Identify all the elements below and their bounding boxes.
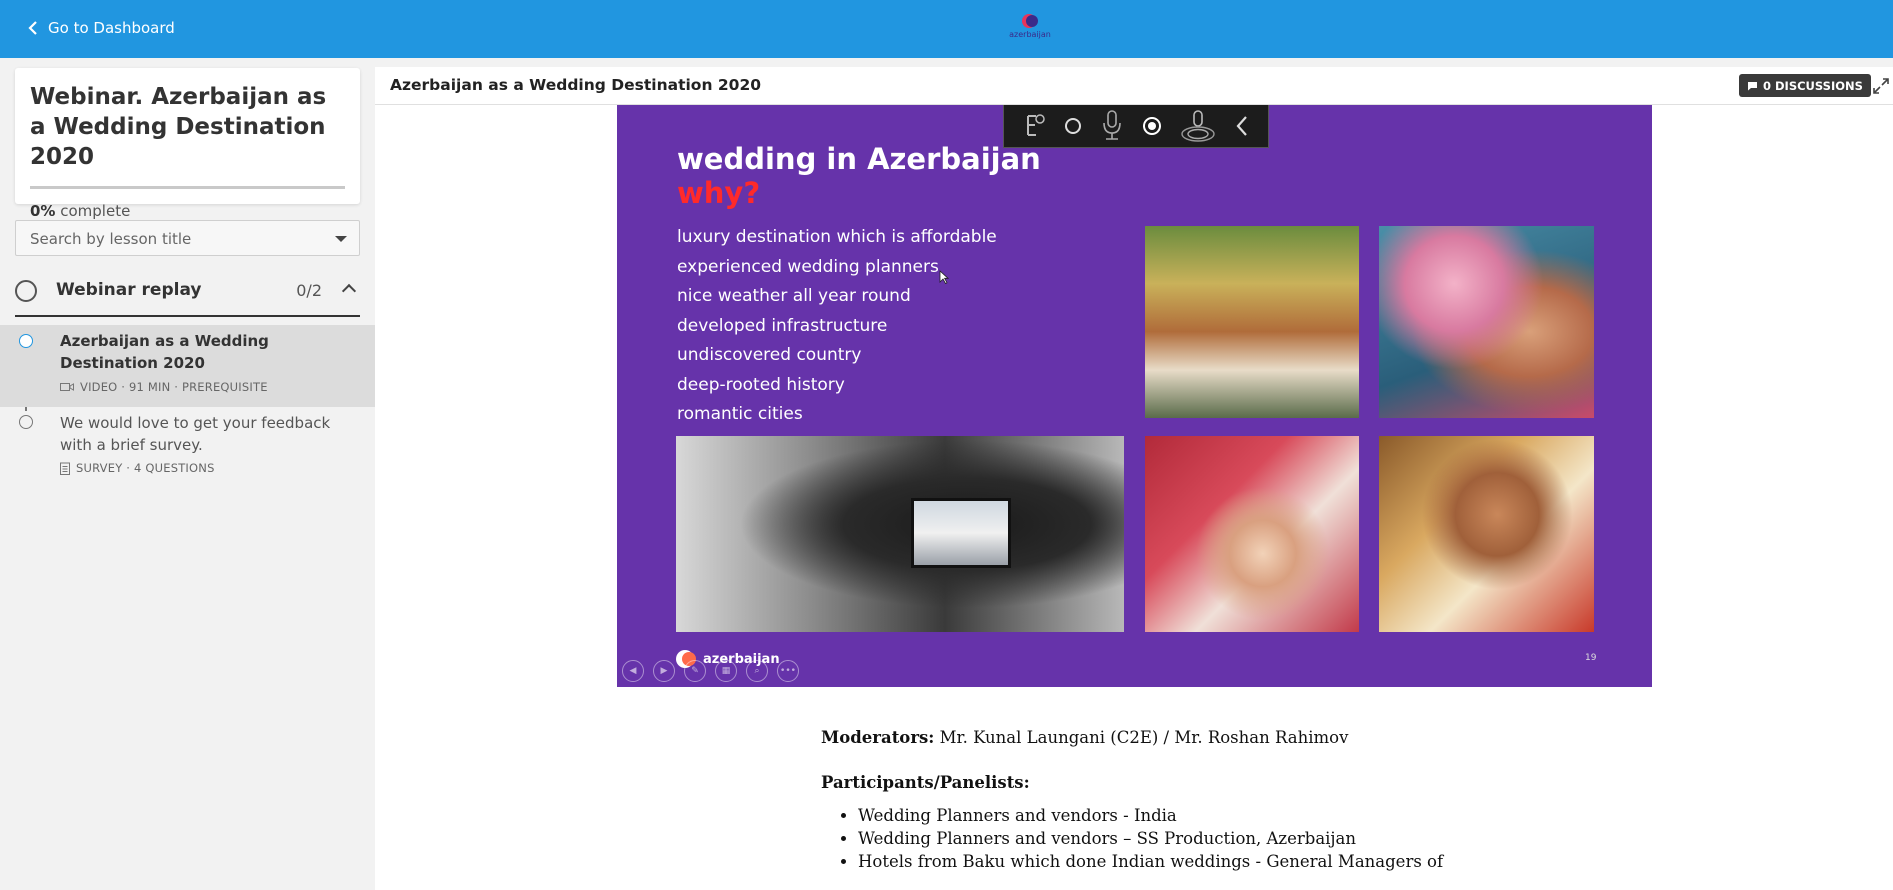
slide-bullet-list: luxury destination which is affordable e… (677, 223, 997, 430)
video-icon (60, 383, 74, 391)
pen-icon[interactable]: ✎ (684, 660, 706, 682)
chevron-left-icon (28, 21, 37, 35)
next-slide-icon[interactable]: ▶ (653, 660, 675, 682)
slide-bullet: developed infrastructure (677, 315, 888, 336)
section-header-webinar-replay[interactable]: Webinar replay 0/2 (15, 273, 360, 317)
expand-icon[interactable] (1872, 77, 1890, 95)
participants-heading: Participants/Panelists: (821, 772, 1446, 794)
participants-list: Wedding Planners and vendors - India Wed… (858, 804, 1446, 873)
record-off-icon[interactable] (1064, 117, 1082, 135)
lesson-meta: SURVEY · 4 QUESTIONS (60, 461, 215, 475)
go-to-dashboard-link[interactable]: Go to Dashboard (28, 19, 175, 37)
lesson-header: Azerbaijan as a Wedding Destination 2020… (375, 67, 1893, 105)
collapse-left-icon[interactable] (1235, 115, 1249, 137)
slide-bullet: luxury destination which is affordable (677, 227, 997, 247)
bridal-hands-photo (1145, 436, 1359, 632)
lesson-meta-text: VIDEO · 91 MIN · PREREQUISITE (80, 380, 268, 394)
zoom-icon[interactable]: ⌕ (746, 660, 768, 682)
slide-player-controls: ◀ ▶ ✎ ▦ ⌕ ••• (622, 660, 799, 682)
course-card: Webinar. Azerbaijan as a Wedding Destina… (15, 68, 360, 220)
discussions-button[interactable]: 0 DISCUSSIONS (1739, 74, 1871, 97)
previous-slide-icon[interactable]: ◀ (622, 660, 644, 682)
moderators-line: Moderators: Mr. Kunal Laungani (C2E) / M… (821, 727, 1446, 749)
moderators-value: Mr. Kunal Laungani (C2E) / Mr. Roshan Ra… (934, 728, 1349, 747)
mouse-cursor-icon (939, 270, 949, 284)
slide-bullet: deep-rooted history (677, 374, 845, 395)
logo-text: azerbaijan (1009, 30, 1051, 39)
lesson-meta-text: SURVEY · 4 QUESTIONS (76, 461, 215, 475)
participants-label: Participants/Panelists: (821, 773, 1030, 792)
lesson-header-title: Azerbaijan as a Wedding Destination 2020 (390, 76, 762, 94)
course-title: Webinar. Azerbaijan as a Wedding Destina… (30, 84, 327, 170)
recording-control-bar (1003, 105, 1269, 148)
participant-item: Hotels from Baku which done Indian weddi… (858, 850, 1446, 873)
caret-down-icon (335, 236, 347, 242)
slide-bullet: undiscovered country (677, 345, 862, 365)
section-title: Webinar replay (56, 280, 202, 300)
moderators-label: Moderators: (821, 728, 935, 747)
lesson-search-placeholder: Search by lesson title (30, 230, 192, 248)
video-camera-photo (676, 436, 1124, 632)
participant-item: Wedding Planners and vendors - India (858, 804, 1446, 827)
camera-screen (911, 498, 1011, 568)
sidebar: Webinar. Azerbaijan as a Wedding Destina… (0, 58, 375, 890)
progress-value: 0% (30, 202, 56, 220)
discussions-label: 0 DISCUSSIONS (1763, 78, 1863, 93)
slide-subtitle: why? (677, 176, 761, 210)
bell-icon[interactable] (1023, 113, 1047, 139)
slide-title: wedding in Azerbaijan (677, 142, 1041, 176)
chevron-up-icon (341, 283, 357, 299)
survey-icon (60, 462, 70, 475)
section-status-circle-icon (15, 280, 37, 302)
top-bar: Go to Dashboard azerbaijan (0, 0, 1893, 58)
bride-portrait-photo (1379, 436, 1594, 632)
microphone-icon[interactable] (1100, 109, 1124, 143)
wedding-mandap-photo (1145, 226, 1359, 418)
lesson-item-feedback-survey[interactable]: We would love to get your feedback with … (0, 407, 375, 487)
lesson-meta: VIDEO · 91 MIN · PREREQUISITE (60, 380, 268, 394)
lesson-title: We would love to get your feedback with … (60, 414, 331, 454)
lesson-status-dot-icon (19, 415, 33, 429)
chat-bubble-icon (1748, 81, 1757, 90)
slide-bullet: nice weather all year round (677, 286, 911, 306)
lesson-description: Moderators: Mr. Kunal Laungani (C2E) / M… (821, 727, 1446, 873)
lesson-status-dot-icon (19, 334, 33, 348)
video-player[interactable]: wedding in Azerbaijan why? luxury destin… (617, 105, 1652, 687)
azerbaijan-logo[interactable]: azerbaijan (1005, 12, 1055, 46)
more-options-icon[interactable]: ••• (777, 660, 799, 682)
progress-label: complete (60, 202, 131, 220)
wedding-couple-photo (1379, 226, 1594, 418)
progress-text: 0% complete (30, 202, 345, 220)
slide-bullet: romantic cities (677, 404, 803, 424)
section-count: 0/2 (296, 281, 322, 300)
slides-grid-icon[interactable]: ▦ (715, 660, 737, 682)
progress-bar (30, 186, 345, 189)
lesson-title: Azerbaijan as a Wedding Destination 2020 (60, 332, 269, 372)
go-to-dashboard-label: Go to Dashboard (48, 19, 175, 37)
lesson-item-wedding-destination[interactable]: Azerbaijan as a Wedding Destination 2020… (0, 325, 375, 407)
logo-mark-icon (1021, 12, 1039, 30)
lesson-content: Azerbaijan as a Wedding Destination 2020… (375, 67, 1893, 890)
participant-item: Wedding Planners and vendors – SS Produc… (858, 827, 1446, 850)
record-on-icon[interactable] (1142, 116, 1162, 136)
microphone-signal-icon[interactable] (1179, 108, 1217, 144)
slide-page-number: 19 (1585, 653, 1597, 663)
lesson-search-select[interactable]: Search by lesson title (15, 220, 360, 256)
